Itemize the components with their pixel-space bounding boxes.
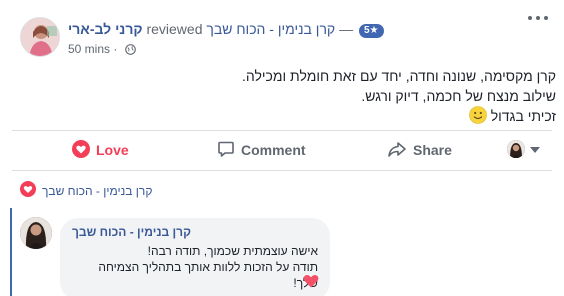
commenter-avatar[interactable] [20,217,52,249]
comment-line-1: אישה עוצמתית שכמוך, תודה רבה! [147,244,318,258]
comment-icon [217,140,241,161]
post-line-3: זכיתי בגדול [36,106,556,129]
chevron-down-icon [530,140,540,158]
reactions-summary[interactable]: קרן בנימין - הכוח שבך [20,181,152,201]
author-name-link[interactable]: קרני לב-ארי [68,21,143,37]
comment-line-2: תודה על הזכות ללוות אותך בתהליך הצמיחה ש… [98,260,318,290]
reactor-avatar [507,140,525,158]
post-line-1: קרן מקסימה, שנונה וחדה, יחד עם זאת חומלת… [242,68,556,84]
post-body: קרן מקסימה, שנונה וחדה, יחד עם זאת חומלת… [36,66,556,129]
react-as-selector[interactable] [507,140,540,158]
page-name-link[interactable]: קרן בנימין - הכוח שבך [206,21,335,37]
more-icon [528,16,532,20]
love-label: Love [96,142,129,158]
more-options-button[interactable] [526,10,550,26]
heart-icon [72,139,96,161]
thread-indicator [10,208,12,296]
share-label: Share [413,142,452,158]
post-header: קרני לב-ארי reviewed קרן בנימין - הכוח ש… [68,20,386,38]
comment-heart-reaction[interactable] [303,274,319,293]
smile-emoji [469,106,487,129]
actions-divider [12,130,552,131]
love-reaction-icon [20,181,36,201]
star-icon: ★ [369,25,379,36]
post-time[interactable]: 50 mins [68,42,110,56]
reviewed-label: reviewed [146,21,203,37]
globe-icon[interactable] [124,44,136,58]
post-meta: 50 mins · [68,42,136,58]
comments-divider [12,170,552,171]
meta-separator: · [113,42,118,56]
post-line-2: שילוב מנצח של חכמה, דיוק ורגש. [361,88,556,104]
reactor-name[interactable]: קרן בנימין - הכוח שבך [42,183,152,199]
header-dash: — [339,21,354,37]
share-button[interactable]: Share [387,139,452,161]
rating-badge[interactable]: 5★ [358,24,384,38]
share-icon [387,140,413,161]
comment-body: אישה עוצמתית שכמוך, תודה רבה! תודה על הז… [72,243,318,291]
love-button[interactable]: Love [72,139,129,161]
comment-button[interactable]: Comment [217,139,306,161]
comment-author-link[interactable]: קרן בנימין - הכוח שבך [72,224,318,240]
comment-label: Comment [241,142,306,158]
comment-bubble: קרן בנימין - הכוח שבך אישה עוצמתית שכמוך… [60,218,330,296]
author-avatar[interactable] [20,17,60,57]
